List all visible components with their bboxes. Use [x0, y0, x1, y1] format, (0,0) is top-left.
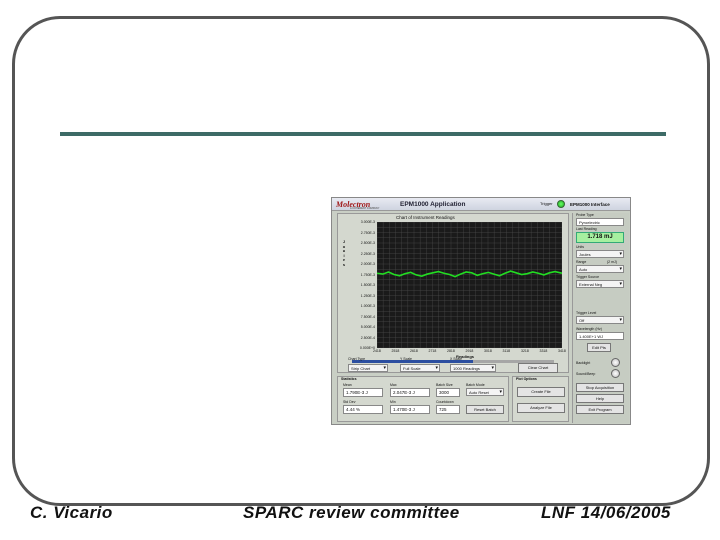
probe-type-field: Pyroelectric [576, 218, 624, 226]
x-tick-label: 3118 [502, 349, 511, 353]
y-tick-label: 2.500E-4 [360, 335, 375, 340]
plot-options-panel: Plot Options Create File Analyze File [512, 376, 569, 422]
trigger-level-select[interactable]: Off [576, 316, 624, 324]
y-axis-label: Joules [342, 239, 346, 267]
countdown-field: 725 [436, 405, 460, 414]
backlight-knob-icon[interactable] [611, 358, 620, 367]
exit-program-button[interactable]: Exit Program [576, 405, 624, 414]
x-tick-label: 2518 [391, 349, 400, 353]
y-scale-select[interactable]: Full Scale [400, 364, 440, 372]
plot-options-label: Plot Options [516, 377, 537, 381]
max-field: 2.047E-3 J [390, 388, 430, 397]
countdown-label: Countdown [436, 400, 454, 404]
mean-field: 1.790E-3 J [343, 388, 383, 397]
trigger-level-label: Trigger Level [576, 311, 597, 315]
chart-type-label: Chart Type [348, 357, 366, 361]
stop-acquisition-button[interactable]: Stop Acquisition [576, 383, 624, 392]
x-tick-label: 2618 [410, 349, 418, 353]
chart-type-select[interactable]: Strip Chart [348, 364, 388, 372]
x-scale-select[interactable]: 1000 Readings [450, 364, 496, 372]
y-tick-label: 1.250E-3 [360, 293, 375, 298]
last-reading-field: 1.718 mJ [576, 232, 624, 243]
wavelength-label: Wavelength (Hz) [576, 327, 602, 331]
backlight-label: Backlight [576, 361, 591, 365]
x-tick-label: 3418 [558, 349, 566, 353]
trigger-label: Trigger [540, 201, 553, 206]
y-tick-label: 2.250E-3 [360, 251, 375, 256]
y-tick-label: 2.000E-3 [360, 262, 375, 266]
wavelength-field[interactable]: 1.400E+1 WJ [576, 332, 624, 340]
range-max: (2 mJ) [607, 260, 617, 264]
batch-mode-label: Batch Mode [466, 383, 485, 387]
interface-title: EPM1000 Interface [570, 202, 610, 207]
x-scale-label: X Scale [450, 357, 463, 361]
batch-size-label: Batch Size [436, 383, 453, 387]
x-tick-label: 2818 [447, 349, 455, 353]
chart-panel: Chart of Instrument Readings Joules 3.00… [337, 213, 569, 373]
range-select[interactable]: Auto [576, 265, 624, 273]
title-divider [60, 132, 666, 136]
x-tick-label: 2418 [373, 349, 381, 353]
x-tick-label: 3218 [521, 349, 529, 353]
units-select[interactable]: Joules [576, 250, 624, 258]
y-tick-label: 5.000E-4 [360, 325, 375, 329]
x-tick-label: 2918 [465, 349, 474, 353]
last-reading-label: Last Reading [576, 227, 597, 231]
min-field: 1.470E-3 J [390, 405, 430, 414]
help-button[interactable]: Help [576, 394, 624, 403]
statistics-panel: Statistics Mean 1.790E-3 J Max 2.047E-3 … [337, 376, 509, 422]
chart-plot-area [377, 222, 562, 348]
reset-batch-button[interactable]: Reset Batch [466, 405, 504, 414]
app-header: Molectron A COHERENT COMPANY EPM1000 App… [332, 198, 630, 211]
batch-size-field[interactable]: 3000 [436, 388, 460, 397]
app-title: EPM1000 Application [400, 201, 466, 208]
y-tick-label: 7.500E-4 [360, 314, 375, 319]
y-tick-label: 2.750E-3 [360, 230, 375, 235]
x-tick-label: 3018 [484, 349, 492, 353]
min-label: Min [390, 400, 396, 404]
probe-type-label: Probe Type [576, 213, 594, 217]
footer-venue-date: LNF 14/06/2005 [541, 503, 671, 522]
stddev-field: 4.44 % [343, 405, 383, 414]
chart-title: Chart of Instrument Readings [396, 215, 455, 220]
interface-side-panel: Probe Type Pyroelectric Last Reading 1.7… [572, 213, 629, 423]
footer-event: SPARC review committee [243, 503, 460, 522]
edit-pts-button[interactable]: Edit Pts [587, 343, 611, 352]
clear-chart-button[interactable]: Clear Chart [518, 363, 558, 373]
range-label: Range [576, 260, 587, 264]
create-file-button[interactable]: Create File [517, 387, 565, 397]
units-label: Units [576, 245, 584, 249]
stddev-label: Std Dev [343, 400, 356, 404]
max-label: Max [390, 383, 397, 387]
trigger-source-label: Trigger Source [576, 275, 600, 279]
y-axis-label-char: s [342, 261, 346, 267]
footer-author: C. Vicario [30, 503, 113, 522]
y-tick-label: 1.750E-3 [360, 272, 375, 277]
analyze-file-button[interactable]: Analyze File [517, 403, 565, 413]
y-tick-label: 1.500E-3 [360, 283, 375, 287]
mean-label: Mean [343, 383, 352, 387]
x-tick-label: 2718 [428, 349, 437, 353]
trigger-source-select[interactable]: External Neg [576, 280, 624, 288]
batch-mode-select[interactable]: Auto Reset [466, 388, 504, 396]
x-tick-label: 3318 [539, 349, 548, 353]
trigger-led-icon [557, 200, 565, 208]
y-tick-label: 0.000E+0 [359, 346, 375, 350]
y-tick-label: 3.000E-3 [360, 220, 375, 224]
sound-knob-icon[interactable] [611, 369, 620, 378]
y-tick-label: 2.500E-3 [360, 241, 375, 245]
y-scale-label: Y Scale [400, 357, 412, 361]
logo-subtitle: A COHERENT COMPANY [350, 207, 380, 210]
epm1000-screenshot: Molectron A COHERENT COMPANY EPM1000 App… [331, 197, 631, 425]
sound-label: Sound/Beep [576, 372, 596, 376]
statistics-label: Statistics [341, 377, 357, 381]
y-tick-label: 1.000E-3 [360, 304, 375, 308]
